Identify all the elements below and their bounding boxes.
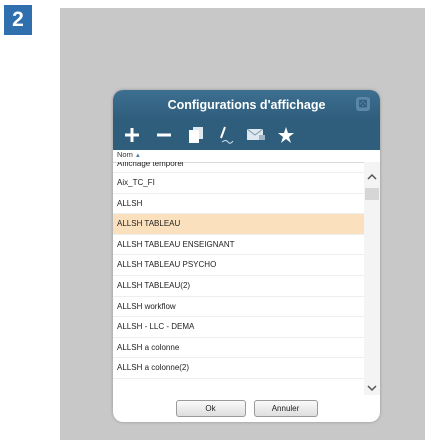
list-item[interactable]: ALLSH TABLEAU(2) [113,276,364,297]
list-item[interactable]: ALLSH a colonne(2) [113,358,364,379]
list-item[interactable]: ALLSH workflow [113,297,364,318]
list-item[interactable]: ALLSH [113,194,364,215]
rename-pen-icon[interactable] [215,124,237,146]
configurations-list: Affichage temporel Aix_TC_FI ALLSH ALLSH… [113,162,364,395]
dialog-toolbar [113,120,380,150]
cancel-button[interactable]: Annuler [253,400,318,417]
sort-ascending-icon: ▲ [134,153,141,159]
dialog-footer: Ok Annuler [113,395,380,422]
list-item[interactable]: ALLSH a colonne [113,338,364,359]
mail-icon[interactable] [245,124,267,146]
plus-icon[interactable] [121,124,143,146]
list-item[interactable]: ALLSH - LLC - DEMA [113,317,364,338]
minus-icon[interactable] [153,124,175,146]
list-item-selected[interactable]: ALLSH TABLEAU [113,214,364,235]
list-item[interactable]: Affichage temporel [113,162,364,173]
dialog-title: Configurations d'affichage [167,98,326,112]
list-item[interactable]: ALLSH TABLEAU ENSEIGNANT [113,235,364,256]
dialog-titlebar: Configurations d'affichage ⊠ [113,90,380,120]
column-header-name[interactable]: Nom ▲ [117,150,141,159]
star-icon[interactable] [275,124,297,146]
scroll-down-icon[interactable] [364,381,380,395]
ok-button[interactable]: Ok [175,400,246,417]
duplicate-icon[interactable] [185,124,207,146]
scrollbar-thumb[interactable] [365,188,379,200]
display-configurations-dialog: Configurations d'affichage ⊠ Nom ▲ Affich… [113,90,380,422]
step-number-badge: 2 [4,5,32,35]
list-item[interactable]: ALLSH TABLEAU PSYCHO [113,255,364,276]
scroll-up-icon[interactable] [364,170,380,184]
close-icon[interactable]: ⊠ [356,97,370,111]
list-scrollbar[interactable] [364,162,380,395]
list-item[interactable]: Aix_TC_FI [113,173,364,194]
